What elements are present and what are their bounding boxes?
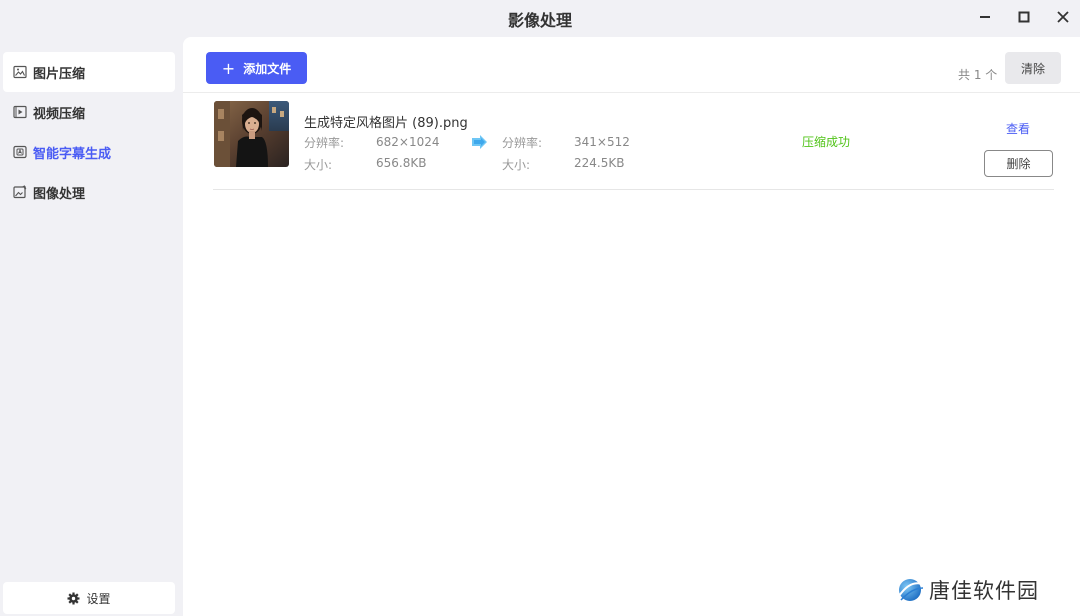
title-bar: 影像处理 (0, 0, 1080, 36)
resolution-label: 分辨率: (304, 136, 345, 150)
main-panel: + 添加文件 共 1 个 清除 生成特定风格图片 (89).png 分辨率: 6… (183, 37, 1080, 616)
add-file-button[interactable]: + 添加文件 (206, 52, 307, 84)
image-edit-icon (13, 185, 27, 199)
original-size: 656.8KB (376, 156, 427, 170)
maximize-icon (1018, 11, 1030, 23)
sidebar-item-image-edit[interactable]: 图像处理 (3, 172, 175, 212)
sidebar-item-label: 视频压缩 (33, 106, 86, 122)
video-icon (13, 105, 27, 119)
resolution-label: 分辨率: (502, 136, 543, 150)
watermark: 唐佳软件园 (896, 575, 1039, 605)
file-row: 生成特定风格图片 (89).png 分辨率: 682×1024 大小: 656.… (213, 97, 1054, 190)
add-file-label: 添加文件 (243, 61, 292, 76)
image-icon (13, 65, 27, 79)
size-label: 大小: (502, 158, 531, 172)
sidebar-item-image-compress[interactable]: 图片压缩 (3, 52, 175, 92)
file-thumbnail (214, 101, 289, 167)
close-icon (1057, 11, 1069, 23)
close-button[interactable] (1050, 6, 1076, 28)
file-count: 共 1 个 (958, 68, 998, 82)
plus-icon: + (221, 58, 236, 78)
clear-button[interactable]: 清除 (1005, 52, 1061, 84)
file-name: 生成特定风格图片 (89).png (304, 116, 468, 131)
settings-button[interactable]: 设置 (3, 582, 175, 614)
compressed-resolution: 341×512 (574, 135, 630, 149)
sidebar-item-label: 图片压缩 (33, 66, 86, 82)
sidebar-item-label: 图像处理 (33, 186, 86, 202)
status-text: 压缩成功 (802, 135, 851, 149)
subtitle-icon (13, 145, 27, 159)
size-label: 大小: (304, 158, 333, 172)
gear-icon (67, 592, 80, 605)
sidebar-item-video-compress[interactable]: 视频压缩 (3, 92, 175, 132)
window-title: 影像处理 (507, 11, 572, 30)
original-resolution: 682×1024 (376, 135, 440, 149)
sidebar-item-label: 智能字幕生成 (33, 146, 112, 162)
arrow-right-icon (471, 134, 489, 153)
sidebar: 图片压缩 视频压缩 智能字幕生成 图像处理 设置 (0, 36, 182, 616)
sidebar-item-subtitle[interactable]: 智能字幕生成 (3, 132, 175, 172)
delete-button[interactable]: 删除 (984, 150, 1053, 177)
compressed-size: 224.5KB (574, 156, 625, 170)
maximize-button[interactable] (1011, 6, 1037, 28)
minimize-icon (980, 16, 990, 18)
minimize-button[interactable] (972, 6, 998, 28)
watermark-text: 唐佳软件园 (929, 579, 1039, 603)
divider (183, 92, 1080, 93)
watermark-logo-icon (896, 576, 924, 604)
view-link[interactable]: 查看 (1006, 120, 1030, 137)
settings-label: 设置 (86, 591, 111, 606)
